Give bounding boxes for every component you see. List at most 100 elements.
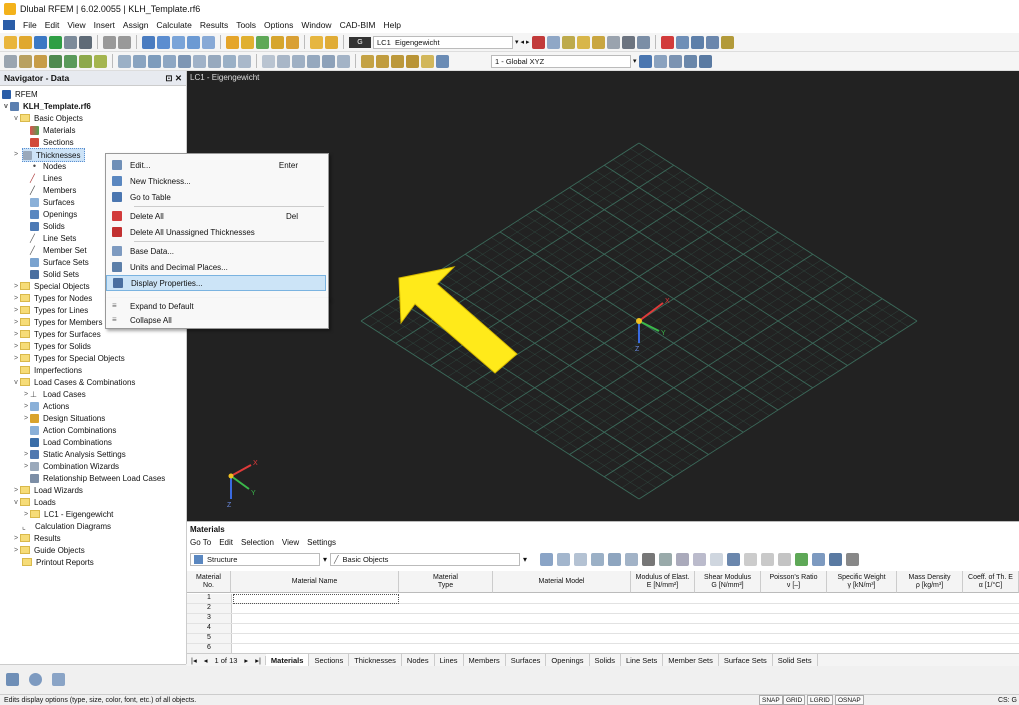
tree-surface-sets[interactable]: Surface Sets: [30, 256, 89, 268]
tree-design-situations[interactable]: > Design Situations: [22, 412, 105, 424]
layout-icon[interactable]: [668, 54, 682, 68]
coordinate-system-select[interactable]: 1 - Global XYZ: [491, 54, 631, 68]
menu-help[interactable]: Help: [379, 20, 404, 30]
save-as-icon[interactable]: [49, 35, 62, 49]
grid-view-icon[interactable]: [653, 54, 667, 68]
view-y-icon[interactable]: [133, 54, 146, 68]
print-table-icon[interactable]: [812, 552, 826, 566]
tree-types-surfaces[interactable]: > Types for Surfaces: [12, 328, 101, 340]
tab-nodes[interactable]: Nodes: [402, 654, 435, 666]
menu-item-base-data[interactable]: Base Data...: [106, 243, 326, 259]
line-icon[interactable]: [561, 35, 575, 49]
load-case-select[interactable]: LC1 Eigengewicht: [373, 35, 513, 49]
chevron-down-icon[interactable]: ▾: [323, 555, 327, 564]
tree-types-lines[interactable]: > Types for Lines: [12, 304, 88, 316]
tree-load-cases[interactable]: > ⊥ Load Cases: [22, 388, 86, 400]
display-icon[interactable]: [286, 35, 299, 49]
previous-arrow-icon[interactable]: ◂: [521, 38, 525, 46]
material-name-cell-active[interactable]: [233, 594, 399, 604]
insert-row-icon[interactable]: [659, 552, 673, 566]
tab-materials[interactable]: Materials: [265, 654, 310, 666]
tab-members[interactable]: Members: [464, 654, 506, 666]
render-icon[interactable]: [178, 54, 191, 68]
expand-icon[interactable]: >: [12, 355, 20, 362]
formula-check-icon[interactable]: [778, 552, 792, 566]
tab-surface-sets[interactable]: Surface Sets: [719, 654, 773, 666]
tree-solids[interactable]: Solids: [30, 220, 65, 232]
parameter-icon[interactable]: [727, 552, 741, 566]
results-toggle-icon[interactable]: [271, 35, 284, 49]
redo-icon[interactable]: [118, 35, 131, 49]
delete-icon[interactable]: [660, 35, 674, 49]
col-material-no[interactable]: Material No.: [187, 571, 231, 593]
tree-basic-objects[interactable]: v Basic Objects: [12, 112, 83, 124]
align-6-icon[interactable]: [436, 54, 449, 68]
screenshot-icon[interactable]: [636, 35, 650, 49]
tree-surfaces[interactable]: Surfaces: [30, 196, 75, 208]
calculate-icon[interactable]: [241, 35, 254, 49]
expand-icon[interactable]: >: [12, 283, 20, 290]
collapse-icon[interactable]: v: [12, 499, 20, 506]
tree-sections[interactable]: Sections: [30, 136, 74, 148]
expand-icon[interactable]: >: [12, 343, 20, 350]
menu-item-delete-all[interactable]: Delete All Del: [106, 208, 326, 224]
new-file-icon[interactable]: [4, 35, 17, 49]
tree-static-analysis[interactable]: > Static Analysis Settings: [22, 448, 126, 460]
expand-icon[interactable]: >: [22, 463, 30, 470]
model-check-icon[interactable]: [226, 35, 239, 49]
tree-special-objects[interactable]: > Special Objects: [12, 280, 90, 292]
tree-solid-sets[interactable]: Solid Sets: [30, 268, 79, 280]
expand-icon[interactable]: >: [22, 391, 30, 398]
menu-item-new-thickness[interactable]: New Thickness...: [106, 173, 326, 189]
tree-load-cases-combinations[interactable]: v Load Cases & Combinations: [12, 376, 135, 388]
columns-icon[interactable]: [591, 552, 605, 566]
close-icon[interactable]: ✕: [175, 73, 182, 83]
tree-actions[interactable]: > Actions: [22, 400, 69, 412]
decimals-icon[interactable]: [829, 552, 843, 566]
menu-item-delete-unassigned[interactable]: Delete All Unassigned Thicknesses: [106, 224, 326, 240]
surface-icon[interactable]: [591, 35, 605, 49]
expand-icon[interactable]: >: [12, 151, 20, 158]
menu-item-collapse-all[interactable]: ≡ Collapse All: [106, 312, 326, 328]
calc-all-icon[interactable]: [256, 35, 269, 49]
filter-icon[interactable]: [621, 35, 635, 49]
tree-lines[interactable]: ╱ Lines: [30, 172, 62, 184]
move-row-icon[interactable]: [676, 552, 690, 566]
expand-icon[interactable]: >: [12, 535, 20, 542]
section-icon[interactable]: [208, 54, 221, 68]
tab-solid-sets[interactable]: Solid Sets: [773, 654, 818, 666]
tree-lc1[interactable]: > LC1 - Eigengewicht: [22, 508, 113, 520]
tree-types-nodes[interactable]: > Types for Nodes: [12, 292, 92, 304]
col-mass-density[interactable]: Mass Density ρ [kg/m³]: [897, 571, 963, 593]
tree-types-special[interactable]: > Types for Special Objects: [12, 352, 125, 364]
green-icon[interactable]: [79, 54, 92, 68]
line-draw-icon[interactable]: [337, 54, 350, 68]
collapse-icon[interactable]: v: [12, 379, 20, 386]
pointer-icon[interactable]: [19, 54, 32, 68]
chevron-down-icon[interactable]: ▾: [633, 57, 637, 65]
tree-combination-wizards[interactable]: > Combination Wizards: [22, 460, 119, 472]
save-icon[interactable]: [34, 35, 47, 49]
table-row[interactable]: 2: [187, 604, 1019, 614]
menu-options[interactable]: Options: [260, 20, 297, 30]
show-icon[interactable]: [557, 552, 571, 566]
search-icon[interactable]: [846, 552, 860, 566]
menu-assign[interactable]: Assign: [119, 20, 153, 30]
results-x-icon[interactable]: [531, 35, 545, 49]
tree-load-wizards[interactable]: > Load Wizards: [12, 484, 83, 496]
align-2-icon[interactable]: [376, 54, 389, 68]
collapse-icon[interactable]: v: [2, 103, 10, 110]
tree-imperfections[interactable]: Imperfections: [12, 364, 82, 376]
delete-row-icon[interactable]: [642, 552, 656, 566]
open-file-icon[interactable]: [19, 35, 32, 49]
tree-relationship[interactable]: Relationship Between Load Cases: [30, 472, 165, 484]
tab-lines[interactable]: Lines: [435, 654, 464, 666]
expand-icon[interactable]: >: [12, 487, 20, 494]
dimension-icon[interactable]: [238, 54, 251, 68]
table-row[interactable]: 3: [187, 614, 1019, 624]
expand-thicknesses[interactable]: >: [12, 148, 20, 160]
load-case-icon[interactable]: [325, 35, 338, 49]
formula-icon[interactable]: [720, 35, 734, 49]
tree-root[interactable]: RFEM: [2, 88, 38, 100]
tab-surfaces[interactable]: Surfaces: [506, 654, 547, 666]
